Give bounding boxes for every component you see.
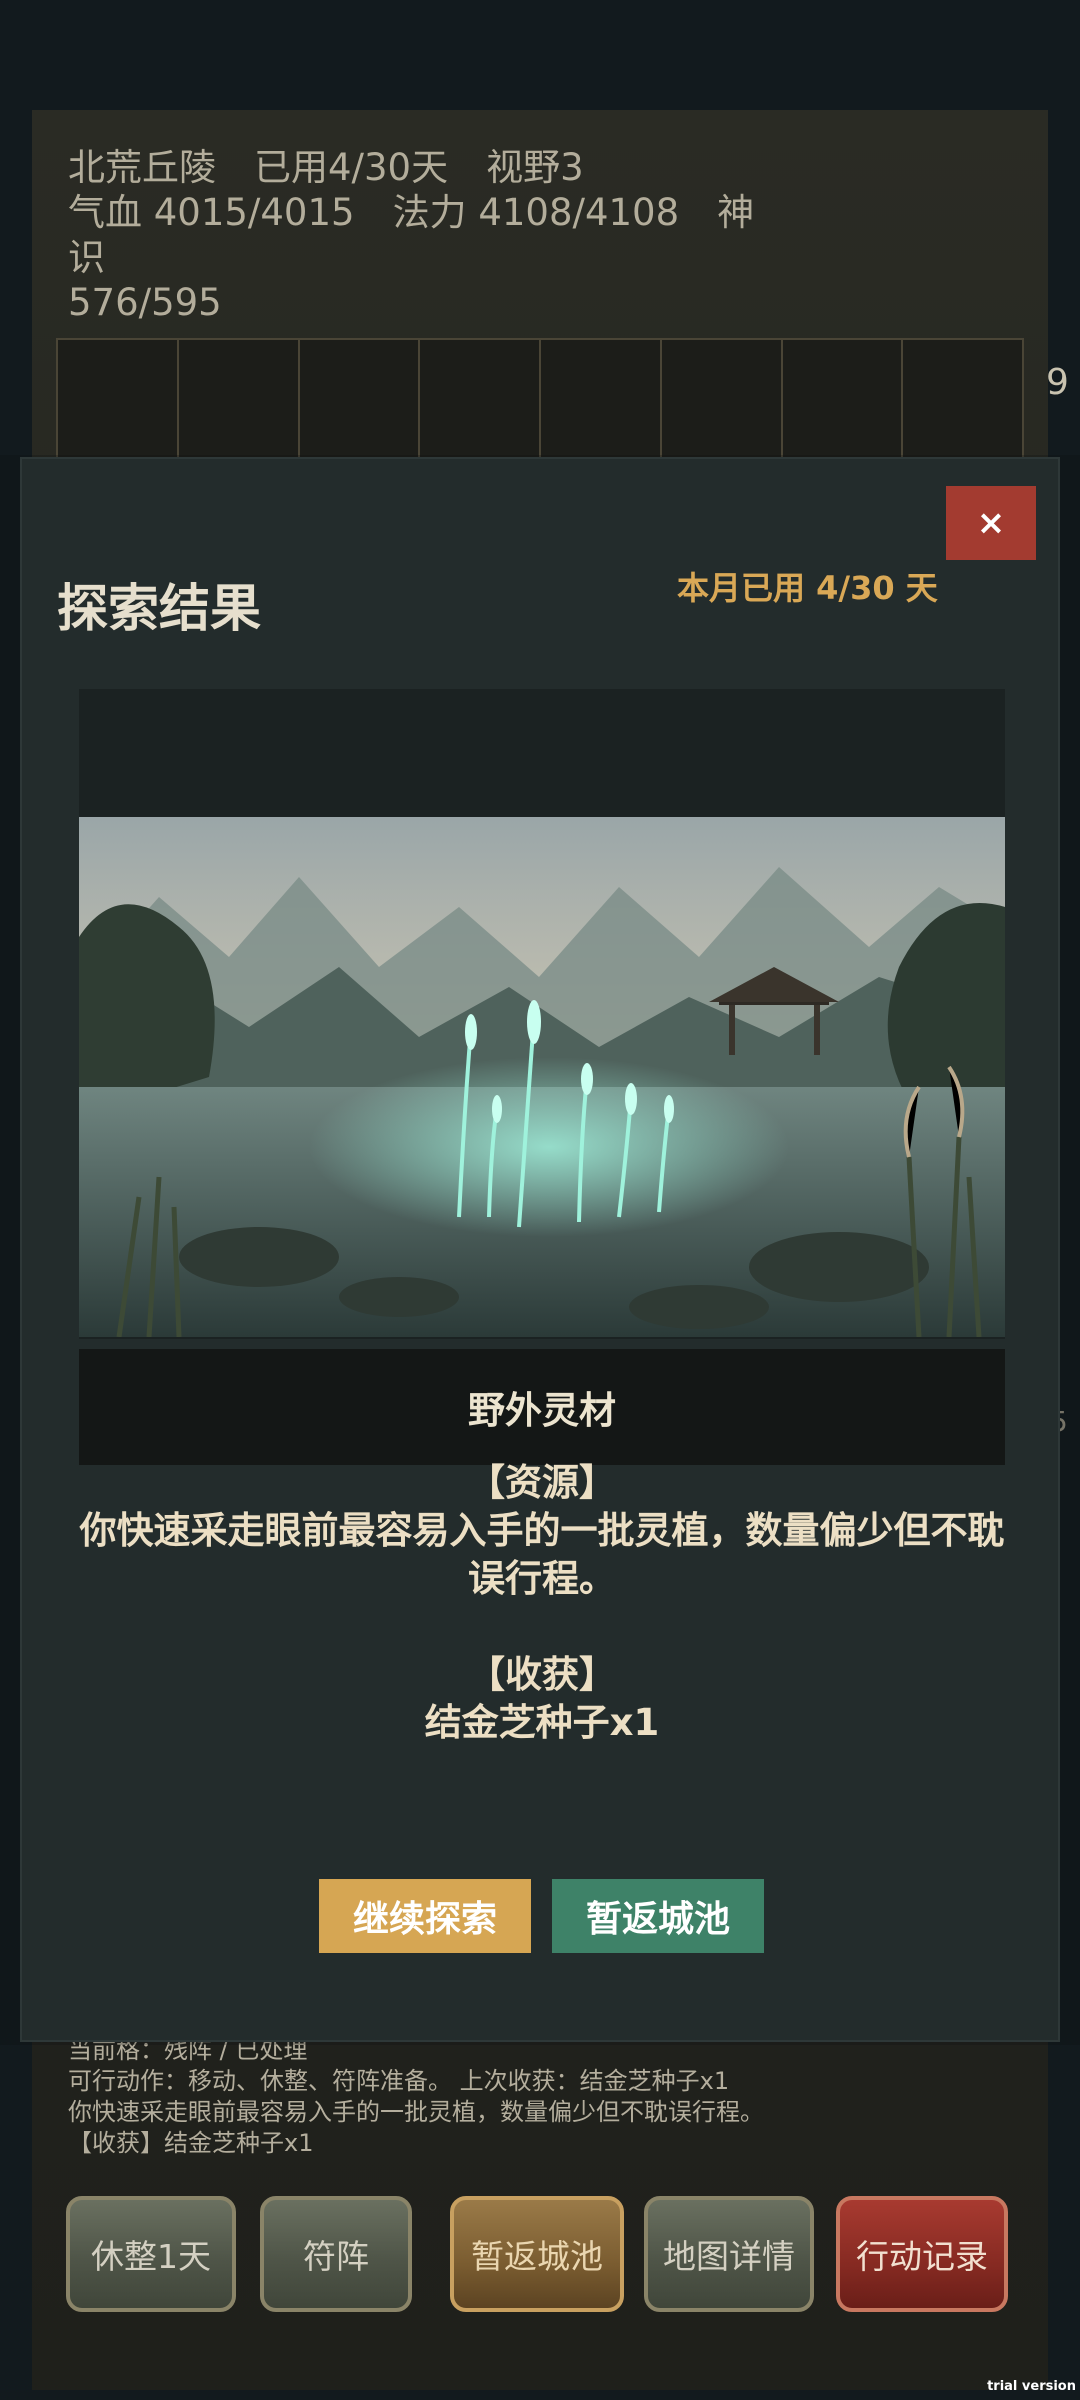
- mp-label: 法力 4108/4108: [392, 191, 680, 234]
- map-cell[interactable]: [661, 340, 783, 462]
- log-line: 【收获】结金芝种子x1: [68, 2129, 314, 2157]
- formation-button[interactable]: 符阵: [260, 2196, 412, 2312]
- wild-herbs-illustration: [79, 817, 1005, 1337]
- map-cell[interactable]: [178, 340, 300, 462]
- rest-button[interactable]: 休整1天: [66, 2196, 236, 2312]
- map-cell[interactable]: [420, 340, 541, 462]
- close-button[interactable]: ×: [946, 486, 1036, 560]
- trial-watermark: trial version: [987, 2379, 1076, 2394]
- continue-explore-button[interactable]: 继续探索: [319, 1879, 531, 1953]
- result-description: 【资源】 你快速采走眼前最容易入手的一批灵植，数量偏少但不耽误行程。 【收获】 …: [62, 1459, 1022, 1747]
- exploration-result-dialog: × 探索结果 本月已用 4/30 天 野外灵材 【资源】 你快速采走眼前最容易入…: [20, 457, 1060, 2042]
- log-line: 你快速采走眼前最容易入手的一批灵植，数量偏少但不耽误行程。: [68, 2098, 764, 2126]
- illustration-caption-bar: 野外灵材: [79, 1349, 1005, 1465]
- illustration-caption: 野外灵材: [468, 1389, 616, 1432]
- harvest-header: 【收获】: [468, 1653, 616, 1696]
- return-city-button[interactable]: 暂返城池: [552, 1879, 764, 1953]
- map-cell[interactable]: [299, 340, 421, 462]
- map-cell[interactable]: [58, 340, 179, 462]
- status-panel: 北荒丘陵 已用4/30天 视野3 气血 4015/4015 法力 4108/4108 神…: [68, 145, 768, 325]
- partial-number: 9: [1046, 362, 1069, 403]
- spirit-value: 576/595: [68, 281, 222, 324]
- bottom-action-bar: 休整1天 符阵 暂返城池 地图详情 行动记录: [64, 2196, 1024, 2316]
- hp-label: 气血 4015/4015: [68, 191, 355, 234]
- map-cell[interactable]: [903, 340, 1022, 462]
- action-log-text: 当前格：残阵 / 已处理 可行动作：移动、休整、符阵准备。 上次收获：结金芝种子…: [68, 2035, 1008, 2159]
- vision-label: 视野3: [486, 146, 584, 189]
- dialog-title: 探索结果: [57, 580, 262, 639]
- map-detail-button[interactable]: 地图详情: [644, 2196, 814, 2312]
- map-cell[interactable]: [782, 340, 904, 462]
- map-cell[interactable]: [541, 340, 662, 462]
- location-label: 北荒丘陵: [68, 146, 216, 189]
- resource-header: 【资源】: [468, 1461, 616, 1504]
- resource-text: 你快速采走眼前最容易入手的一批灵植，数量偏少但不耽误行程。: [79, 1509, 1005, 1600]
- harvest-text: 结金芝种子x1: [424, 1701, 660, 1744]
- days-used-label: 已用4/30天: [254, 146, 449, 189]
- log-line: 可行动作：移动、休整、符阵准备。 上次收获：结金芝种子x1: [68, 2067, 730, 2095]
- month-days-used: 本月已用 4/30 天: [677, 569, 938, 607]
- action-log-button[interactable]: 行动记录: [836, 2196, 1008, 2312]
- map-grid: [56, 338, 1024, 464]
- return-city-button[interactable]: 暂返城池: [450, 2196, 624, 2312]
